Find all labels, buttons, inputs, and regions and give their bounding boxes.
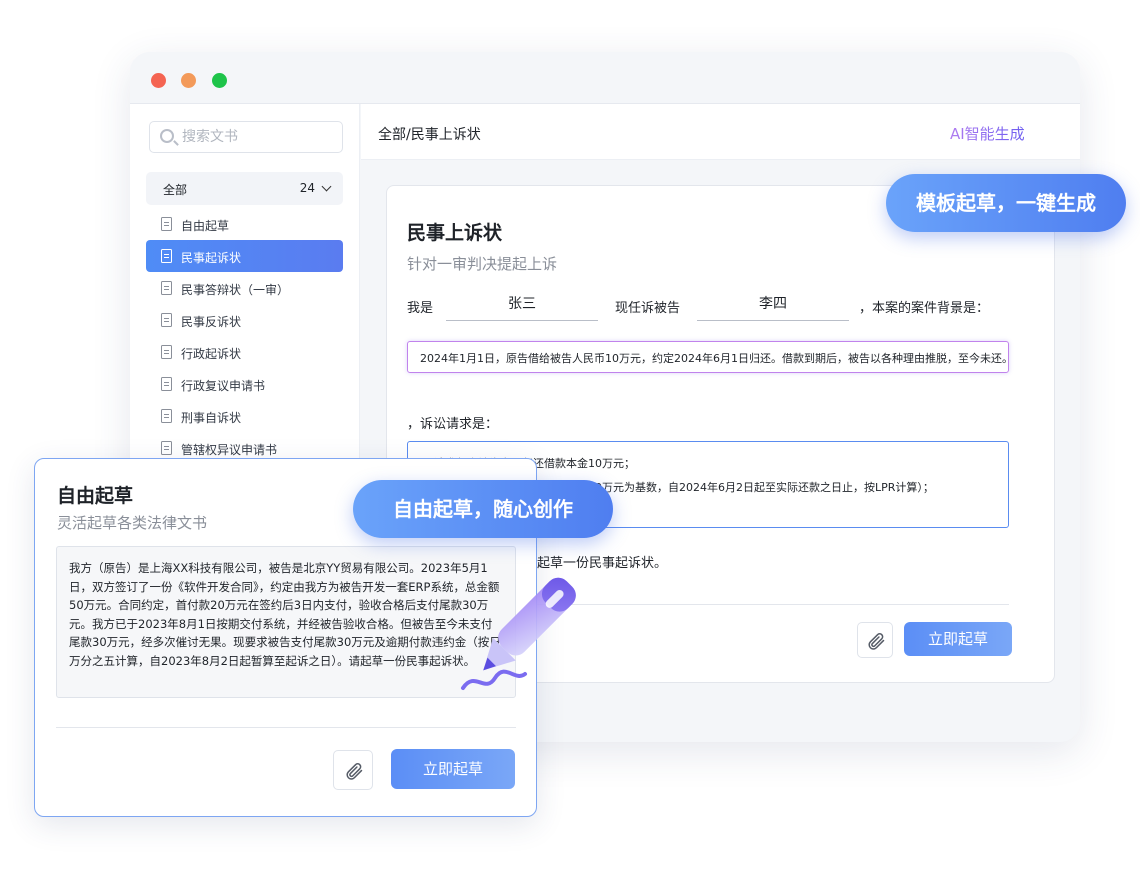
document-type-list: 自由起草 民事起诉状 民事答辩状（一审） 民事反诉状 行政起诉状 行政复议申请书 (146, 208, 343, 464)
defendant-label: 现任诉被告 (615, 301, 681, 316)
doc-item-label: 管辖权异议申请书 (181, 443, 278, 457)
document-icon (161, 345, 172, 359)
search-input[interactable] (182, 127, 332, 147)
template-feature-pill: 模板起草，一键生成 (886, 174, 1126, 232)
doc-item-label: 民事反诉状 (181, 315, 242, 329)
doc-item-label: 民事答辩状（一审） (181, 283, 290, 297)
attach-button[interactable] (857, 622, 893, 658)
claim-label: ，诉讼请求是： (407, 417, 499, 432)
doc-item-label: 行政起诉状 (181, 347, 242, 361)
background-label: ，本案的案件背景是： (859, 301, 990, 316)
free-draft-feature-pill: 自由起草，随心创作 (353, 480, 613, 538)
close-window-button[interactable] (151, 73, 166, 88)
form-title: 民事上诉状 (407, 222, 503, 244)
title-bar (130, 52, 1080, 104)
free-draft-textarea[interactable]: 我方（原告）是上海XX科技有限公司，被告是北京YY贸易有限公司。2023年5月1… (56, 546, 516, 698)
attach-button[interactable] (333, 750, 373, 790)
paperclip-icon (868, 633, 885, 650)
doc-item-civil-counterclaim[interactable]: 民事反诉状 (146, 304, 343, 336)
doc-item-label: 刑事自诉状 (181, 411, 242, 425)
pen-illustration-icon (461, 577, 576, 690)
doc-item-label: 行政复议申请书 (181, 379, 266, 393)
document-icon (161, 377, 172, 391)
draft-now-button[interactable]: 立即起草 (904, 622, 1012, 656)
maximize-window-button[interactable] (212, 73, 227, 88)
doc-item-civil-complaint[interactable]: 民事起诉状 (146, 240, 343, 272)
divider (56, 727, 516, 728)
search-box[interactable] (149, 121, 343, 153)
category-count: 24 (299, 181, 315, 195)
breadcrumb: 全部/民事上诉状 (378, 127, 481, 143)
search-icon (160, 129, 174, 143)
document-icon (161, 313, 172, 327)
paperclip-icon (346, 763, 363, 780)
doc-item-label: 民事起诉状 (181, 251, 242, 265)
defendant-field[interactable]: 李四 (697, 293, 849, 321)
plaintiff-field[interactable]: 张三 (446, 293, 598, 321)
minimize-window-button[interactable] (181, 73, 196, 88)
parties-row: 我是 张三 现任诉被告 李四 ，本案的案件背景是： (407, 296, 1047, 327)
doc-item-criminal-private-prosecution[interactable]: 刑事自诉状 (146, 400, 343, 432)
category-selector[interactable]: 全部 24 (146, 172, 343, 205)
doc-item-administrative-complaint[interactable]: 行政起诉状 (146, 336, 343, 368)
doc-item-label: 自由起草 (181, 219, 230, 233)
document-icon (161, 281, 172, 295)
ai-generate-link[interactable]: AI智能生成 (950, 123, 1025, 144)
document-icon (161, 217, 172, 231)
doc-item-administrative-review[interactable]: 行政复议申请书 (146, 368, 343, 400)
doc-item-free-draft[interactable]: 自由起草 (146, 208, 343, 240)
case-background-field[interactable]: 2024年1月1日，原告借给被告人民币10万元，约定2024年6月1日归还。借款… (407, 341, 1009, 373)
panel-title: 自由起草 (57, 485, 134, 507)
document-icon (161, 249, 172, 263)
chevron-down-icon (321, 181, 332, 192)
panel-subtitle: 灵活起草各类法律文书 (57, 514, 208, 532)
document-icon (161, 409, 172, 423)
category-label: 全部 (163, 183, 188, 197)
draft-now-button[interactable]: 立即起草 (391, 749, 515, 789)
content-header: 全部/民事上诉状 AI智能生成 (361, 104, 1080, 160)
me-label: 我是 (407, 301, 434, 316)
form-subtitle: 针对一审判决提起上诉 (407, 255, 558, 273)
document-icon (161, 441, 172, 455)
doc-item-civil-defense[interactable]: 民事答辩状（一审） (146, 272, 343, 304)
